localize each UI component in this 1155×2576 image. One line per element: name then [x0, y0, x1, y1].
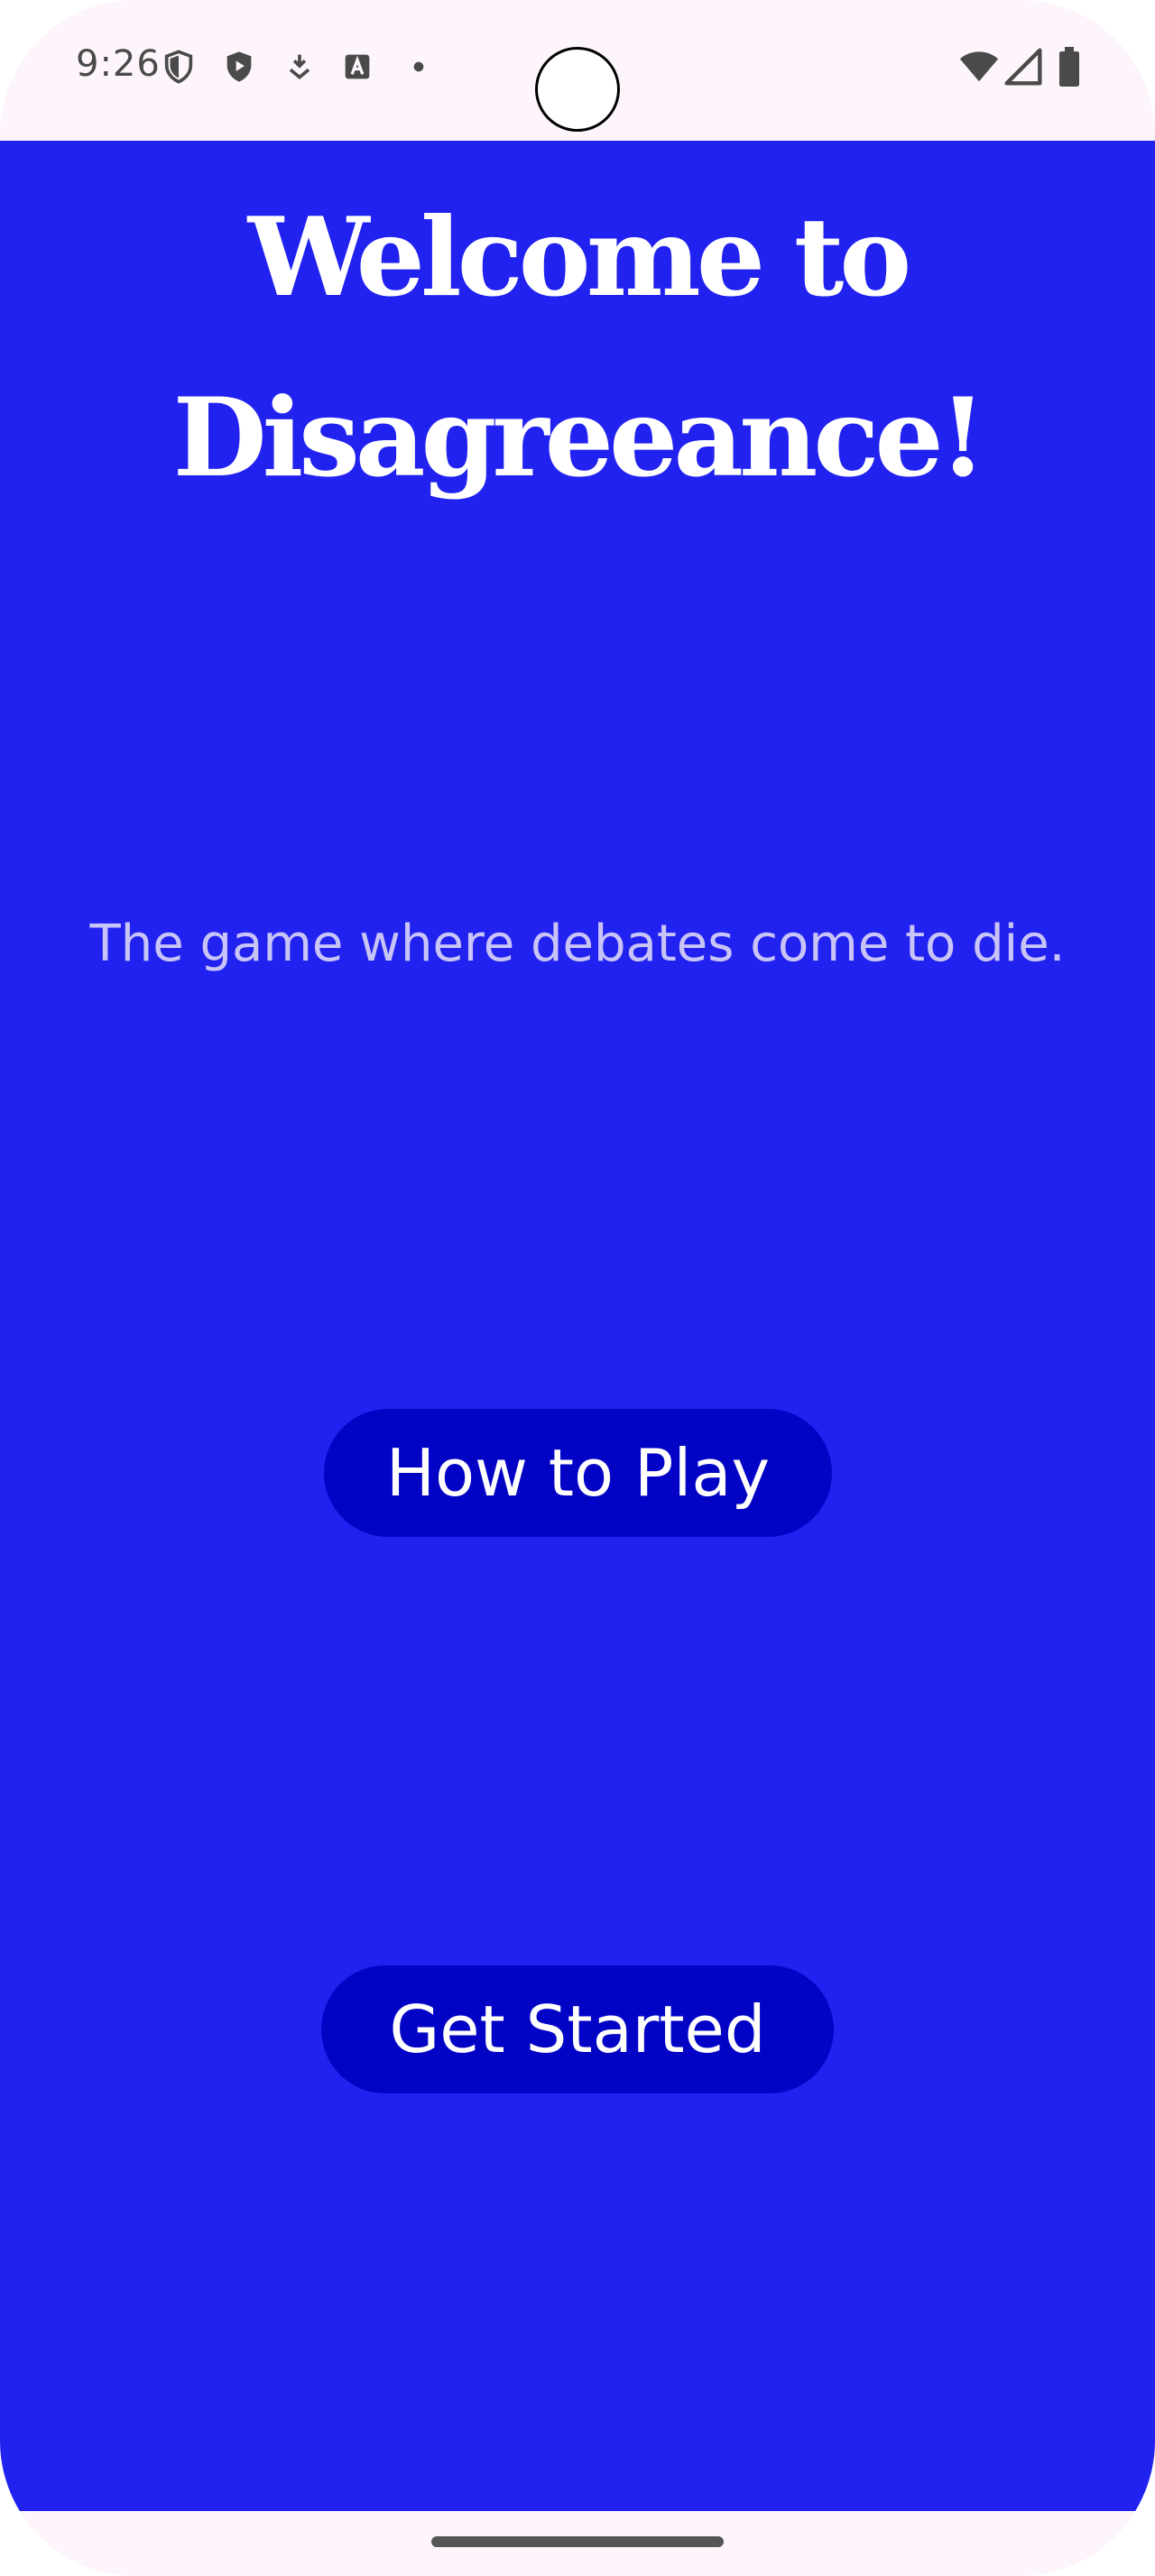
get-started-button[interactable]: Get Started [321, 1965, 834, 2093]
wifi-icon [959, 51, 999, 82]
home-gesture-handle[interactable] [431, 2536, 724, 2547]
app-screen: Welcome to Disagreeance! The game where … [0, 141, 1155, 2511]
download-icon [289, 54, 310, 80]
front-camera [535, 47, 620, 132]
status-time: 9:26 [76, 43, 161, 85]
dot-icon [413, 61, 424, 72]
title-line-2: Disagreeance! [172, 374, 987, 501]
title-line-1: Welcome to [247, 194, 912, 321]
vpn-shield-icon [164, 50, 193, 84]
page-title: Welcome to Disagreeance! [0, 168, 1155, 529]
phone-frame: 9:26 Welcome to Disagreeance! The game w… [0, 0, 1155, 2576]
font-app-icon [345, 54, 370, 79]
tagline: The game where debates come to die. [89, 915, 1066, 973]
play-store-icon [226, 51, 252, 82]
battery-icon [1059, 47, 1079, 87]
signal-icon [1004, 48, 1042, 86]
how-to-play-button[interactable]: How to Play [324, 1409, 832, 1537]
